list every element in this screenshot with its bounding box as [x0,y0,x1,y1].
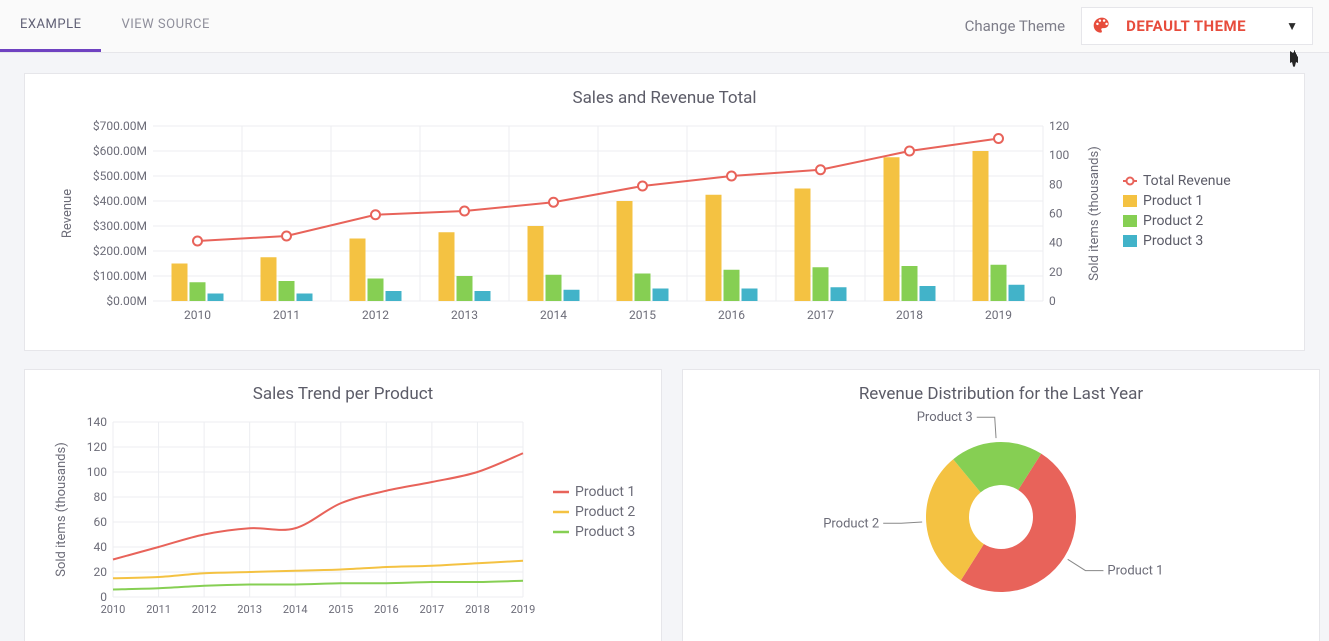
svg-text:2012: 2012 [192,603,217,616]
svg-text:140: 140 [87,415,107,429]
svg-text:2019: 2019 [511,603,536,616]
svg-text:2014: 2014 [540,308,567,322]
svg-text:2013: 2013 [237,603,262,616]
tab-strip: EXAMPLE VIEW SOURCE [0,0,230,52]
svg-text:Product 3: Product 3 [1143,233,1203,249]
svg-text:Total Revenue: Total Revenue [1143,173,1231,189]
svg-text:Sold items (thousands): Sold items (thousands) [54,442,69,576]
svg-text:40: 40 [94,540,108,554]
theme-selector[interactable]: DEFAULT THEME ▼ [1081,7,1313,45]
svg-text:2018: 2018 [465,603,490,616]
svg-text:2011: 2011 [146,603,171,616]
svg-text:Product 3: Product 3 [575,524,635,540]
svg-text:Product 1: Product 1 [1107,564,1163,579]
content: Sales and Revenue Total $0.00M $100.00M $2… [0,53,1329,641]
svg-text:Product 2: Product 2 [575,504,635,520]
change-theme-label: Change Theme [965,17,1066,35]
svg-text:2010: 2010 [184,308,211,322]
svg-text:2017: 2017 [807,308,834,322]
svg-text:Revenue: Revenue [60,189,75,238]
svg-text:Product 1: Product 1 [575,484,635,500]
svg-text:$100.00M: $100.00M [93,269,147,283]
svg-text:2010: 2010 [101,603,126,616]
svg-text:2018: 2018 [896,308,923,322]
svg-text:Product 2: Product 2 [1143,213,1203,229]
svg-text:Product 3: Product 3 [917,410,973,425]
chart-main: $0.00M $100.00M $200.00M $300.00M $400.00M $5… [43,116,1283,336]
svg-text:20: 20 [1049,265,1063,279]
svg-text:2014: 2014 [283,603,308,616]
svg-text:80: 80 [94,490,108,504]
svg-text:$700.00M: $700.00M [93,119,147,133]
svg-text:2011: 2011 [273,308,300,322]
chart-trend: 0 20 40 60 80 100 120 140 2010 2011 2012 2013 2014 20… [43,412,643,627]
svg-text:2012: 2012 [362,308,389,322]
chart-title-donut: Revenue Distribution for the Last Year [701,384,1301,404]
chart-title-main: Sales and Revenue Total [43,88,1286,108]
theme-name: DEFAULT THEME [1126,17,1246,35]
panel-sales-revenue: Sales and Revenue Total $0.00M $100.00M $2… [24,73,1305,351]
caret-down-icon: ▼ [1286,19,1298,33]
svg-text:100: 100 [87,465,107,479]
panel-sales-trend: Sales Trend per Product 0 20 40 60 80 100 120 1… [24,369,662,641]
svg-text:Product 2: Product 2 [823,516,879,531]
svg-text:20: 20 [94,565,108,579]
svg-text:2015: 2015 [629,308,656,322]
svg-text:2015: 2015 [328,603,353,616]
svg-text:0: 0 [100,590,107,604]
svg-text:2013: 2013 [451,308,478,322]
theme-area: Change Theme DEFAULT THEME ▼ [965,7,1313,45]
svg-text:2017: 2017 [420,603,445,616]
svg-text:120: 120 [87,440,107,454]
svg-text:$400.00M: $400.00M [93,194,147,208]
svg-text:100: 100 [1049,148,1069,162]
top-toolbar: EXAMPLE VIEW SOURCE Change Theme DEFAULT… [0,0,1329,53]
svg-text:Sold items (thousands): Sold items (thousands) [1087,146,1102,280]
palette-icon [1092,16,1112,36]
tab-view-source[interactable]: VIEW SOURCE [101,0,229,52]
svg-text:$300.00M: $300.00M [93,219,147,233]
svg-text:80: 80 [1049,177,1063,191]
svg-text:Product 1: Product 1 [1143,193,1203,209]
chart-donut: Product 1 Product 2 Product 3 [701,412,1301,612]
svg-text:120: 120 [1049,119,1069,133]
svg-text:60: 60 [1049,207,1063,221]
chart-title-trend: Sales Trend per Product [43,384,643,404]
svg-text:2016: 2016 [718,308,745,322]
svg-text:2016: 2016 [374,603,399,616]
svg-text:$600.00M: $600.00M [93,144,147,158]
panel-revenue-dist: Revenue Distribution for the Last Year P… [682,369,1320,641]
svg-text:0: 0 [1049,294,1056,308]
svg-text:$500.00M: $500.00M [93,169,147,183]
svg-text:$200.00M: $200.00M [93,244,147,258]
svg-text:2019: 2019 [985,308,1012,322]
svg-text:$0.00M: $0.00M [106,294,147,308]
svg-text:60: 60 [94,515,108,529]
tab-example[interactable]: EXAMPLE [0,0,101,52]
svg-text:40: 40 [1049,236,1063,250]
